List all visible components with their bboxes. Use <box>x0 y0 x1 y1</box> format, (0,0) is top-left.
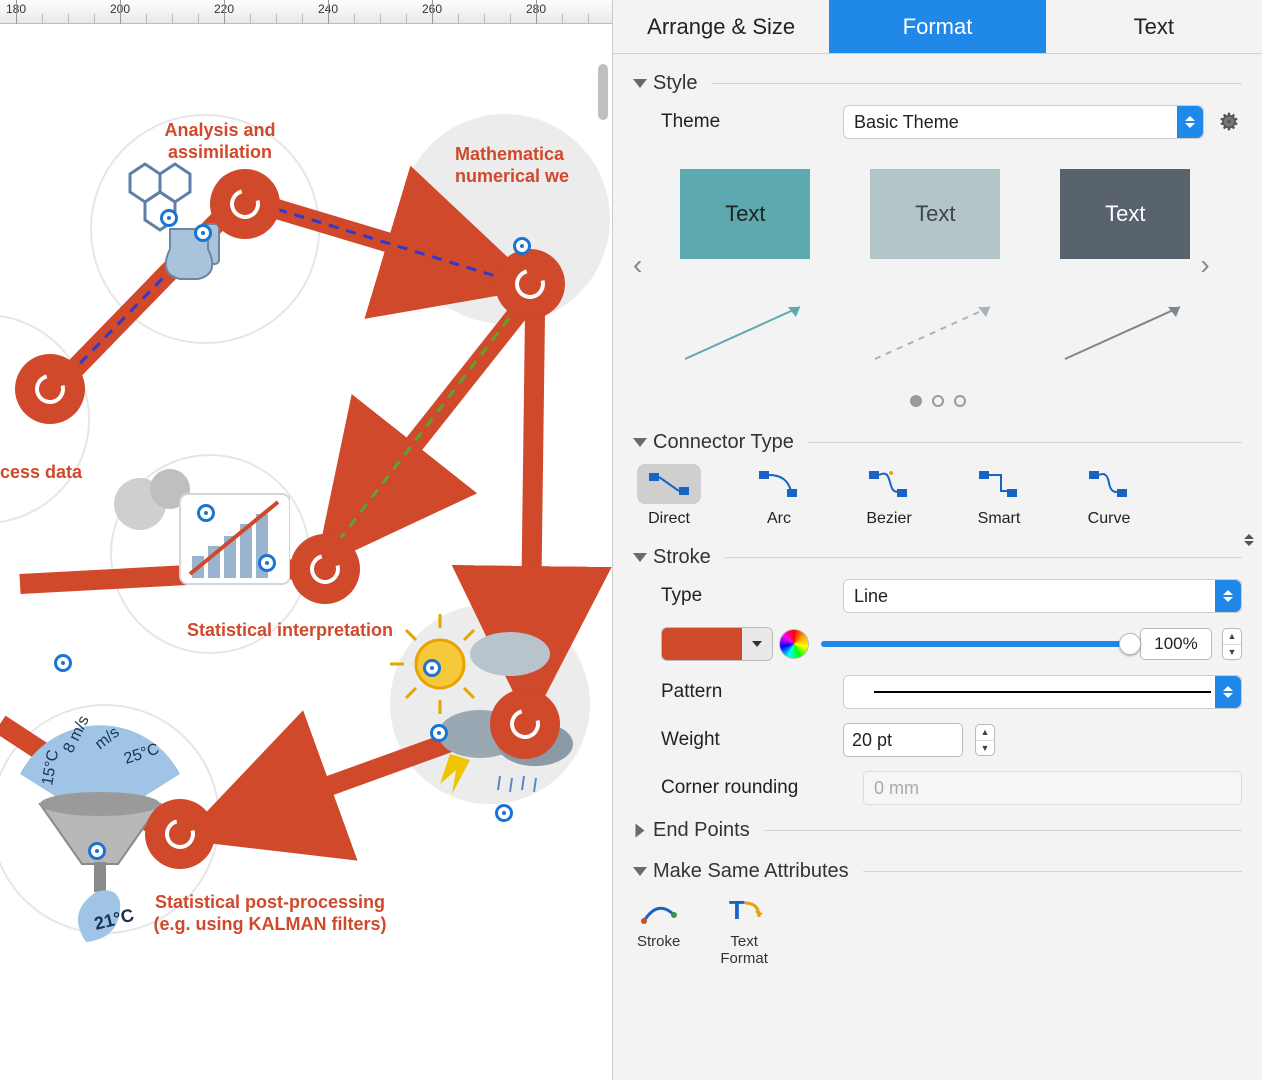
select-stepper-icon <box>1177 106 1203 138</box>
connector-smart[interactable]: Smart <box>967 464 1031 528</box>
corner-rounding-input[interactable]: 0 mm <box>863 771 1242 805</box>
chevron-down-icon <box>1236 54 1262 967</box>
node-stat-interp[interactable] <box>290 534 360 604</box>
label-process: cess data <box>0 462 110 484</box>
connector-curve[interactable]: Curve <box>1077 464 1141 528</box>
inspector-panel: Arrange & Size Format Text Style Theme B… <box>612 0 1262 1080</box>
dot-icon <box>910 395 922 407</box>
section-title: Style <box>653 72 697 95</box>
dot-icon <box>954 395 966 407</box>
color-picker-icon[interactable] <box>779 629 809 659</box>
tab-arrange-size[interactable]: Arrange & Size <box>613 0 829 53</box>
chevron-down-icon <box>633 553 647 562</box>
tab-text[interactable]: Text <box>1046 0 1262 53</box>
same-text-format-button[interactable]: T Text Format <box>720 893 768 967</box>
port[interactable] <box>258 554 276 572</box>
chevron-down-icon <box>633 867 647 876</box>
section-connector[interactable]: Connector Type <box>633 431 1242 454</box>
weight-stepper[interactable]: ▲▼ <box>975 724 995 756</box>
port[interactable] <box>430 724 448 742</box>
corner-label: Corner rounding <box>661 777 851 799</box>
port[interactable] <box>54 654 72 672</box>
port[interactable] <box>197 504 215 522</box>
stroke-type-select[interactable]: Line <box>843 579 1242 613</box>
node-math[interactable] <box>495 249 565 319</box>
weight-label: Weight <box>661 729 831 751</box>
chevron-down-icon <box>633 438 647 447</box>
text-format-icon: T <box>724 893 764 929</box>
node-analysis[interactable] <box>210 169 280 239</box>
port[interactable] <box>160 209 178 227</box>
swatch-box: Text <box>680 169 810 259</box>
label-math: Mathematica numerical we <box>455 144 612 187</box>
same-attr-label: Stroke <box>637 933 680 950</box>
port[interactable] <box>194 224 212 242</box>
connector-label: Curve <box>1088 510 1131 528</box>
swatch-arrow-icon <box>870 299 1000 369</box>
port[interactable] <box>423 659 441 677</box>
connector-label: Direct <box>648 510 690 528</box>
swatch-arrow-icon <box>680 299 810 369</box>
section-stroke[interactable]: Stroke <box>633 546 1242 569</box>
connector-label: Arc <box>767 510 791 528</box>
swatch-box: Text <box>1060 169 1190 259</box>
port[interactable] <box>88 842 106 860</box>
label-analysis: Analysis and assimilation <box>130 120 310 163</box>
stroke-copy-icon <box>639 893 679 929</box>
stroke-type-label: Type <box>661 585 831 607</box>
section-same-attr[interactable]: Make Same Attributes <box>633 860 1242 883</box>
chevron-right-icon <box>636 824 645 838</box>
node-postproc[interactable] <box>145 799 215 869</box>
section-title: Connector Type <box>653 431 794 454</box>
swatch-box: Text <box>870 169 1000 259</box>
connector-arc[interactable]: Arc <box>747 464 811 528</box>
style-swatch-1[interactable]: Text <box>680 169 810 369</box>
style-page-dots[interactable] <box>633 395 1242 407</box>
stroke-type-value: Line <box>854 586 888 607</box>
style-swatch-2[interactable]: Text <box>870 169 1000 369</box>
swatch-arrow-icon <box>1060 299 1190 369</box>
stats-chart-icon <box>110 464 290 604</box>
pattern-label: Pattern <box>661 681 831 703</box>
theme-label: Theme <box>661 111 831 133</box>
style-next-arrow[interactable]: › <box>1200 249 1209 281</box>
connector-bezier[interactable]: Bezier <box>857 464 921 528</box>
port[interactable] <box>513 237 531 255</box>
style-prev-arrow[interactable]: ‹ <box>633 249 642 281</box>
connector-label: Smart <box>978 510 1021 528</box>
dot-icon <box>932 395 944 407</box>
chevron-down-icon <box>633 79 647 88</box>
connector-direct[interactable]: Direct <box>637 464 701 528</box>
node-weather[interactable] <box>490 689 560 759</box>
opacity-slider[interactable] <box>821 641 1130 647</box>
weight-input[interactable]: 20 pt <box>843 723 963 757</box>
stroke-color-well[interactable] <box>661 627 773 661</box>
section-title: End Points <box>653 819 750 842</box>
label-stat-post: Statistical post-processing (e.g. using … <box>120 892 420 935</box>
node-process[interactable] <box>15 354 85 424</box>
panel-tabs: Arrange & Size Format Text <box>613 0 1262 54</box>
svg-text:T: T <box>729 895 745 925</box>
canvas-area[interactable]: 180 200 220 240 260 280 <box>0 0 612 1080</box>
opacity-value[interactable]: 100% <box>1140 628 1212 660</box>
label-stat-interp: Statistical interpretation <box>160 620 420 642</box>
style-swatch-3[interactable]: Text <box>1060 169 1190 369</box>
horizontal-ruler: 180 200 220 240 260 280 <box>0 0 612 24</box>
same-attr-label: Text Format <box>720 933 768 967</box>
port[interactable] <box>495 804 513 822</box>
section-title: Stroke <box>653 546 711 569</box>
corner-placeholder: 0 mm <box>874 778 919 799</box>
theme-value: Basic Theme <box>854 112 959 133</box>
tab-format[interactable]: Format <box>829 0 1045 53</box>
connector-label: Bezier <box>866 510 911 528</box>
section-style[interactable]: Style <box>633 72 1242 95</box>
same-stroke-button[interactable]: Stroke <box>637 893 680 967</box>
pattern-select[interactable] <box>843 675 1242 709</box>
section-endpoints[interactable]: End Points <box>633 819 1242 842</box>
theme-select[interactable]: Basic Theme <box>843 105 1204 139</box>
section-title: Make Same Attributes <box>653 860 849 883</box>
